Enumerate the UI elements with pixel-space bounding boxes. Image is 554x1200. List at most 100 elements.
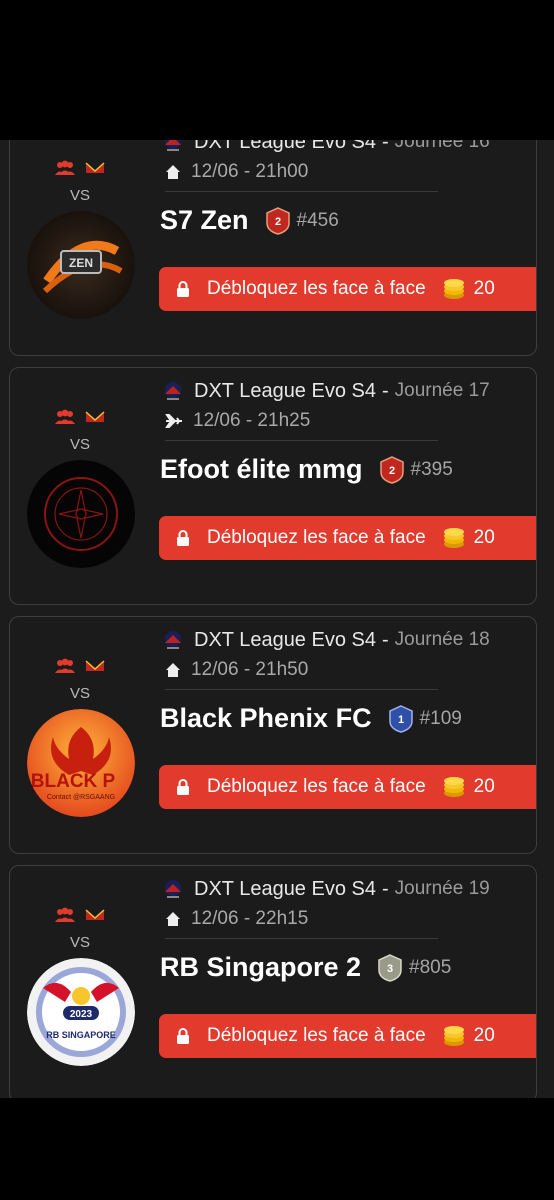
match-datetime-line: 12/06 - 21h25 xyxy=(165,410,310,432)
match-datetime-line: 12/06 - 21h00 xyxy=(165,161,308,183)
team-column: VS BLACK P Contact @RSGAANG xyxy=(10,617,150,853)
svg-text:1: 1 xyxy=(398,714,404,726)
divider xyxy=(165,191,438,192)
team-logo xyxy=(27,460,135,568)
unlock-head-to-head-button[interactable]: Débloquez les face à face 20 xyxy=(159,267,536,311)
group-icon xyxy=(55,658,75,673)
group-icon xyxy=(55,160,75,175)
divider xyxy=(165,689,438,690)
match-datetime: 12/06 - 21h00 xyxy=(191,161,309,182)
lock-icon xyxy=(177,530,189,546)
division-badge-icon: 2 xyxy=(265,206,290,235)
svg-text:2: 2 xyxy=(274,216,280,228)
group-icon xyxy=(55,409,75,424)
icons-row xyxy=(10,408,150,426)
division-badge-icon: 3 xyxy=(378,953,402,982)
match-card[interactable]: VS 2023 RB SINGAPORE DXT League Evo S4 -… xyxy=(9,865,537,1098)
match-competition-line: DXT League Evo S4 - Journée 19 xyxy=(160,876,490,902)
match-datetime-line: 12/06 - 21h50 xyxy=(165,659,308,681)
league-logo-icon xyxy=(165,880,181,898)
opponent-row: Black Phenix FC 1 #109 xyxy=(160,703,462,734)
match-competition-line: DXT League Evo S4 - Journée 18 xyxy=(160,627,490,653)
coins-icon xyxy=(443,777,464,797)
division-badge-icon: 1 xyxy=(388,704,413,733)
round-label: Journée 18 xyxy=(394,629,490,650)
divider xyxy=(165,938,438,939)
league-logo-icon xyxy=(165,382,181,400)
team-name: Efoot élite mmg xyxy=(160,454,363,484)
round-label: Journée 16 xyxy=(394,140,490,152)
vs-label: VS xyxy=(69,685,90,702)
competition-name: DXT League Evo S4 xyxy=(194,877,376,900)
round-label: Journée 19 xyxy=(394,878,490,899)
team-crest-icon xyxy=(85,660,105,671)
match-datetime: 12/06 - 21h50 xyxy=(191,659,309,680)
match-card[interactable]: VS DXT League Evo S4 - Journée 17 12/06 … xyxy=(9,367,537,605)
home-icon xyxy=(166,165,180,179)
matches-viewport[interactable]: VS ZEN DXT League Evo S4 - Journée 16 12… xyxy=(0,140,554,1098)
competition-name: DXT League Evo S4 xyxy=(194,140,376,153)
rank-label: #109 xyxy=(419,707,462,729)
match-competition-line: DXT League Evo S4 - Journée 17 xyxy=(160,378,490,404)
league-logo-icon xyxy=(165,631,181,649)
match-datetime: 12/06 - 21h25 xyxy=(193,410,311,431)
unlock-head-to-head-button[interactable]: Débloquez les face à face 20 xyxy=(159,516,536,560)
team-column: VS 2023 RB SINGAPORE xyxy=(10,866,150,1098)
coin-cost: 20 xyxy=(473,278,495,299)
opponent-row: S7 Zen 2 #456 xyxy=(160,205,339,236)
coins-icon xyxy=(443,279,464,299)
unlock-label: Débloquez les face à face xyxy=(207,278,426,299)
team-name: S7 Zen xyxy=(160,205,249,235)
coins-icon xyxy=(443,528,464,548)
coins-icon xyxy=(443,1026,464,1046)
team-logo: 2023 RB SINGAPORE xyxy=(27,958,135,1066)
team-logo: BLACK P Contact @RSGAANG xyxy=(27,709,135,817)
home-icon xyxy=(166,912,180,926)
team-name: RB Singapore 2 xyxy=(160,952,362,982)
lock-icon xyxy=(177,779,189,795)
unlock-head-to-head-button[interactable]: Débloquez les face à face 20 xyxy=(159,765,536,809)
group-icon xyxy=(55,907,75,922)
team-column: VS xyxy=(10,368,150,604)
rank-label: #805 xyxy=(409,956,452,978)
coin-cost: 20 xyxy=(473,1025,495,1046)
icons-row xyxy=(10,159,150,177)
match-datetime: 12/06 - 22h15 xyxy=(191,908,309,929)
match-card[interactable]: VS ZEN DXT League Evo S4 - Journée 16 12… xyxy=(9,140,537,356)
competition-name: DXT League Evo S4 xyxy=(194,379,376,402)
coin-cost: 20 xyxy=(473,776,495,797)
svg-text:BLACK P: BLACK P xyxy=(31,771,116,792)
svg-text:RB SINGAPORE: RB SINGAPORE xyxy=(46,1030,116,1040)
round-label: Journée 17 xyxy=(394,380,490,401)
division-badge-icon: 2 xyxy=(379,455,404,484)
icons-row xyxy=(10,657,150,675)
plane-icon xyxy=(165,414,182,428)
coin-cost: 20 xyxy=(473,527,495,548)
match-datetime-line: 12/06 - 22h15 xyxy=(165,908,308,930)
icons-row xyxy=(10,906,150,924)
unlock-label: Débloquez les face à face xyxy=(207,1025,426,1046)
unlock-head-to-head-button[interactable]: Débloquez les face à face 20 xyxy=(159,1014,536,1058)
unlock-label: Débloquez les face à face xyxy=(207,527,426,548)
team-crest-icon xyxy=(85,411,105,422)
team-name: Black Phenix FC xyxy=(160,703,372,733)
team-crest-icon xyxy=(85,909,105,920)
team-column: VS ZEN xyxy=(10,140,150,355)
lock-icon xyxy=(177,281,189,297)
svg-text:Contact @RSGAANG: Contact @RSGAANG xyxy=(47,794,115,801)
lock-icon xyxy=(177,1028,189,1044)
divider xyxy=(165,440,438,441)
competition-name: DXT League Evo S4 xyxy=(194,628,376,651)
unlock-label: Débloquez les face à face xyxy=(207,776,426,797)
league-logo-icon xyxy=(165,140,181,151)
opponent-row: RB Singapore 2 3 #805 xyxy=(160,952,451,983)
match-card[interactable]: VS BLACK P Contact @RSGAANG DXT League E… xyxy=(9,616,537,854)
match-competition-line: DXT League Evo S4 - Journée 16 xyxy=(160,140,490,155)
rank-label: #395 xyxy=(410,458,453,480)
opponent-row: Efoot élite mmg 2 #395 xyxy=(160,454,453,485)
home-icon xyxy=(166,663,180,677)
svg-text:ZEN: ZEN xyxy=(69,256,93,270)
vs-label: VS xyxy=(69,436,90,453)
vs-label: VS xyxy=(69,934,90,951)
vs-label: VS xyxy=(69,187,90,204)
